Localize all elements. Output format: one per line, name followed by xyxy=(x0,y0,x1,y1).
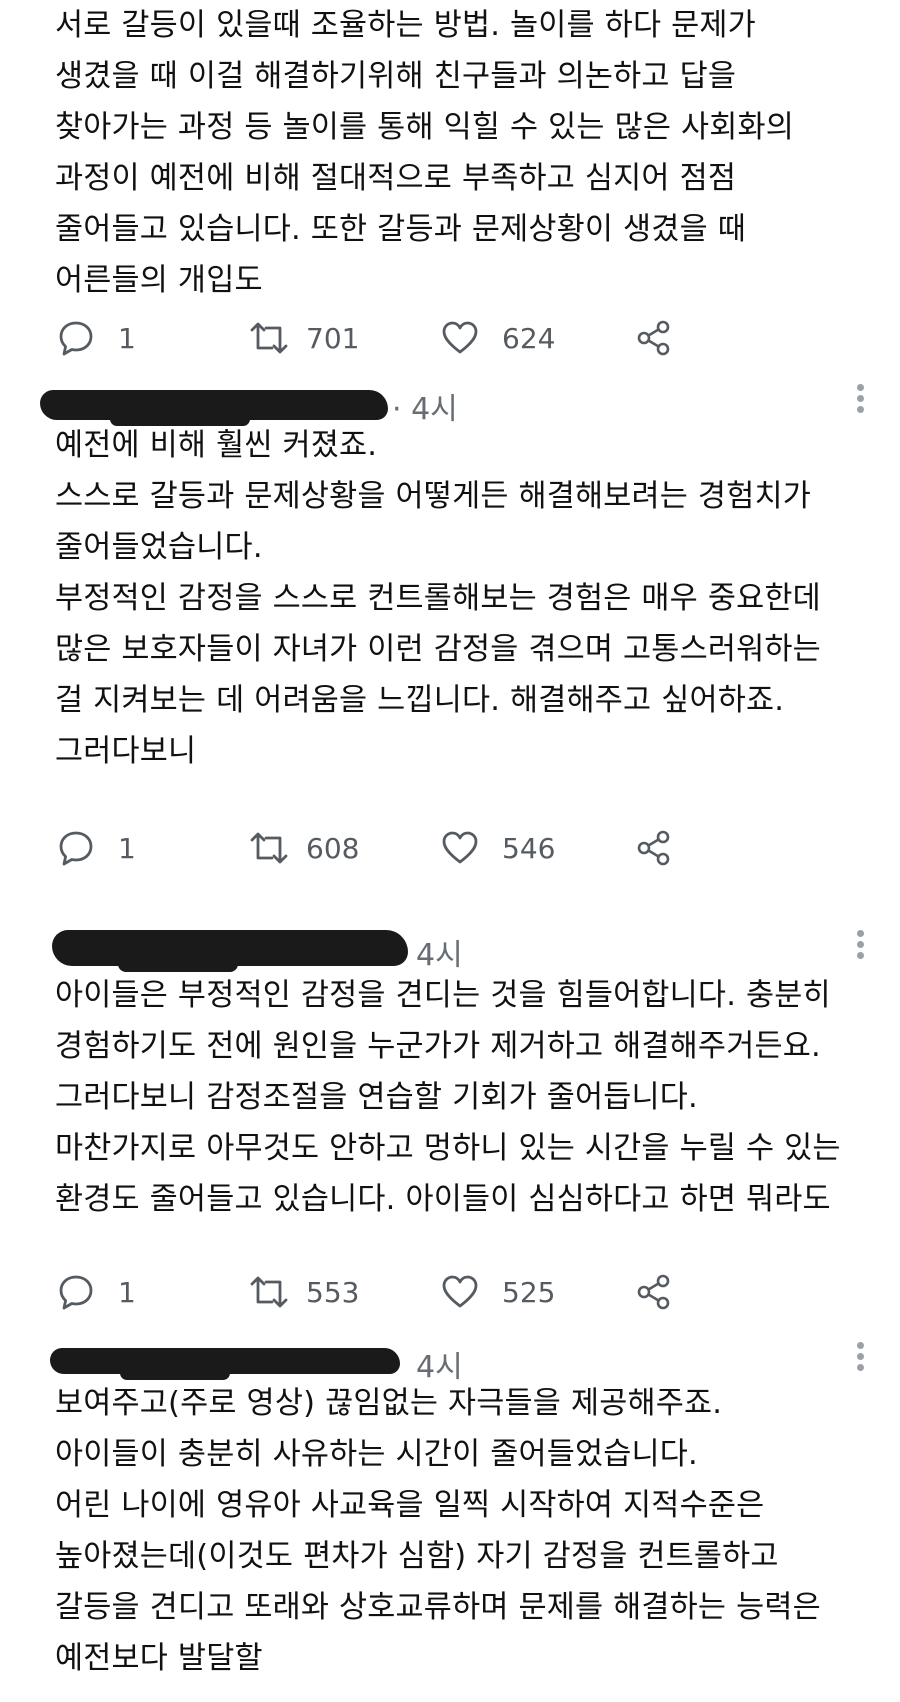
heart-icon xyxy=(440,318,480,358)
text-line: 서로 갈등이 있을때 조율하는 방법. 놀이를 하다 문제가 xyxy=(55,8,756,43)
text-line: 많은 보호자들이 자녀가 이런 감정을 겪으며 고통스러워하는 xyxy=(55,632,821,667)
more-vertical-icon xyxy=(857,395,864,402)
text-line: 환경도 줄어들고 있습니다. 아이들이 심심하다고 하면 뭐라도 xyxy=(55,1182,831,1217)
text-line: 높아졌는데(이것도 편차가 심함) 자기 감정을 컨트롤하고 xyxy=(55,1539,779,1574)
more-vertical-icon xyxy=(857,384,864,391)
text-line: 어른들의 개입도 xyxy=(55,263,263,298)
like-count: 624 xyxy=(502,321,556,355)
share-icon xyxy=(634,318,674,358)
more-options-button[interactable] xyxy=(854,378,866,418)
retweet-button[interactable]: 701 xyxy=(246,314,359,362)
retweet-count: 553 xyxy=(306,1275,360,1309)
text-line: 아이들이 충분히 사유하는 시간이 줄어들었습니다. xyxy=(55,1437,698,1472)
tweet-text: 서로 갈등이 있을때 조율하는 방법. 놀이를 하다 문제가 생겼을 때 이걸 … xyxy=(55,0,885,306)
reply-count: 1 xyxy=(118,831,136,865)
tweet-time: 4시 xyxy=(416,938,463,973)
like-count: 546 xyxy=(502,831,556,865)
like-button[interactable]: 546 xyxy=(440,824,555,872)
reply-bubble-icon xyxy=(56,318,96,358)
more-vertical-icon xyxy=(857,941,864,948)
text-line: 줄어들고 있습니다. 또한 갈등과 문제상황이 생겼을 때 xyxy=(55,212,746,247)
text-line: 갈등을 견디고 또래와 상호교류하며 문제를 해결하는 능력은 xyxy=(55,1590,821,1625)
text-line: 과정이 예전에 비해 절대적으로 부족하고 심지어 점점 xyxy=(55,161,737,196)
more-options-button[interactable] xyxy=(854,924,866,964)
more-vertical-icon xyxy=(857,406,864,413)
text-line: 찾아가는 과정 등 놀이를 통해 익힐 수 있는 많은 사회화의 xyxy=(55,110,795,145)
heart-icon xyxy=(440,828,480,868)
like-button[interactable]: 624 xyxy=(440,314,555,362)
text-line: 보여주고(주로 영상) 끊임없는 자극들을 제공해주죠. xyxy=(55,1386,723,1421)
reply-count: 1 xyxy=(118,1275,136,1309)
retweet-button[interactable]: 608 xyxy=(246,824,359,872)
text-line: 경험하기도 전에 원인을 누군가가 제거하고 해결해주거든요. xyxy=(55,1029,821,1064)
share-button[interactable] xyxy=(634,824,674,872)
text-line: 그러다보니 xyxy=(55,734,197,769)
retweet-button[interactable]: 553 xyxy=(246,1268,359,1316)
text-line: 예전보다 발달할 xyxy=(55,1641,263,1676)
reply-bubble-icon xyxy=(56,828,96,868)
more-vertical-icon xyxy=(857,1364,864,1371)
share-icon xyxy=(634,1272,674,1312)
tweet-actions: 1 701 624 xyxy=(0,314,900,362)
retweet-count: 608 xyxy=(306,831,360,865)
retweet-count: 701 xyxy=(306,321,360,355)
reply-count: 1 xyxy=(118,321,136,355)
text-line: 생겼을 때 이걸 해결하기위해 친구들과 의논하고 답을 xyxy=(55,59,737,94)
like-count: 525 xyxy=(502,1275,556,1309)
reply-button[interactable]: 1 xyxy=(56,314,136,362)
retweet-icon xyxy=(246,1272,292,1312)
more-options-button[interactable] xyxy=(854,1336,866,1376)
share-button[interactable] xyxy=(634,314,674,362)
tweet-text: 예전에 비해 훨씬 커졌죠. 스스로 갈등과 문제상황을 어떻게든 해결해보려는… xyxy=(55,420,885,777)
text-line: 스스로 갈등과 문제상황을 어떻게든 해결해보려는 경험치가 xyxy=(55,479,811,514)
tweet-actions: 1 608 546 xyxy=(0,824,900,872)
text-line: 부정적인 감정을 스스로 컨트롤해보는 경험은 매우 중요한데 xyxy=(55,581,821,616)
share-button[interactable] xyxy=(634,1268,674,1316)
more-vertical-icon xyxy=(857,952,864,959)
text-line: 예전에 비해 훨씬 커졌죠. xyxy=(55,428,378,463)
retweet-icon xyxy=(246,828,292,868)
text-line: 그러다보니 감정조절을 연습할 기회가 줄어듭니다. xyxy=(55,1080,698,1115)
retweet-icon xyxy=(246,318,292,358)
reply-button[interactable]: 1 xyxy=(56,1268,136,1316)
more-vertical-icon xyxy=(857,930,864,937)
reply-bubble-icon xyxy=(56,1272,96,1312)
reply-button[interactable]: 1 xyxy=(56,824,136,872)
like-button[interactable]: 525 xyxy=(440,1268,555,1316)
more-vertical-icon xyxy=(857,1353,864,1360)
tweet-text: 보여주고(주로 영상) 끊임없는 자극들을 제공해주죠. 아이들이 충분히 사유… xyxy=(55,1378,885,1684)
text-line: 마찬가지로 아무것도 안하고 멍하니 있는 시간을 누릴 수 있는 xyxy=(55,1131,841,1166)
text-line: 줄어들었습니다. xyxy=(55,530,263,565)
tweet-text: 아이들은 부정적인 감정을 견디는 것을 힘들어합니다. 충분히 경험하기도 전… xyxy=(55,970,885,1225)
text-line: 걸 지켜보는 데 어려움을 느낍니다. 해결해주고 싶어하죠. xyxy=(55,683,785,718)
share-icon xyxy=(634,828,674,868)
text-line: 아이들은 부정적인 감정을 견디는 것을 힘들어합니다. 충분히 xyxy=(55,978,831,1013)
heart-icon xyxy=(440,1272,480,1312)
tweet-actions: 1 553 525 xyxy=(0,1268,900,1316)
more-vertical-icon xyxy=(857,1342,864,1349)
text-line: 어린 나이에 영유아 사교육을 일찍 시작하여 지적수준은 xyxy=(55,1488,765,1523)
